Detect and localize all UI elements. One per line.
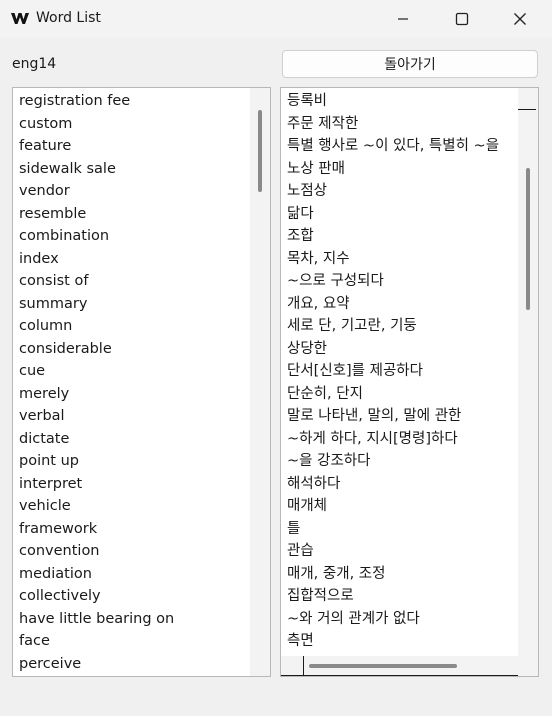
word-list-item[interactable]: merely [19,383,174,406]
word-list-item[interactable]: consist of [19,270,174,293]
scrollbar-top-divider [518,109,536,110]
meaning-list-item[interactable]: 특별 행사로 ~이 있다, 특별히 ~을 [287,135,499,158]
meaning-list-item[interactable]: 집합적으로 [287,585,499,608]
window-title: Word List [36,10,101,26]
close-button[interactable] [497,0,543,38]
meaning-list-item[interactable]: 단서[신호]를 제공하다 [287,360,499,383]
deck-name-label: eng14 [12,56,57,72]
word-list-item[interactable]: interpret [19,473,174,496]
word-list-item[interactable]: sidewalk sale [19,158,174,181]
word-list-item[interactable]: framework [19,518,174,541]
word-list-item[interactable]: column [19,315,174,338]
meaning-list-item[interactable]: 매개, 중개, 조정 [287,563,499,586]
scrollbar-bottom-line [281,675,518,676]
word-list-item[interactable]: have little bearing on [19,608,174,631]
meaning-list-item[interactable]: 세로 단, 기고란, 기둥 [287,315,499,338]
meaning-list-item[interactable]: 목차, 지수 [287,248,499,271]
word-list-item[interactable]: index [19,248,174,271]
minimize-icon [398,18,408,20]
meaning-list-item[interactable]: ~으로 구성되다 [287,270,499,293]
meaning-list-item[interactable]: 틀 [287,518,499,541]
word-list-scroll-thumb[interactable] [258,110,262,192]
word-list-item[interactable]: point up [19,450,174,473]
word-list-item[interactable]: custom [19,113,174,136]
meaning-list-item[interactable]: 노점상 [287,180,499,203]
meaning-list-item[interactable]: 관습 [287,540,499,563]
app-logo-icon [11,13,29,24]
word-list-item[interactable]: cue [19,360,174,383]
word-list-item[interactable]: vendor [19,180,174,203]
close-icon [514,13,526,25]
meaning-list-item[interactable]: ~을 강조하다 [287,450,499,473]
word-list-item[interactable]: registration fee [19,90,174,113]
word-list-item[interactable]: dictate [19,428,174,451]
meaning-list[interactable]: 등록비 주문 제작한 특별 행사로 ~이 있다, 특별히 ~을 노상 판매 노점상 닮다 조… [280,87,539,677]
word-list-item[interactable]: vehicle [19,495,174,518]
meaning-list-item[interactable]: 매개체 [287,495,499,518]
meaning-list-item[interactable]: ~하게 하다, 지시[명령]하다 [287,428,499,451]
meaning-list-item[interactable]: 노상 판매 [287,158,499,181]
meaning-list-scroll-thumb[interactable] [526,168,530,310]
word-list-item[interactable]: combination [19,225,174,248]
word-list-item[interactable]: perceive [19,653,174,676]
word-list-item[interactable]: convention [19,540,174,563]
meaning-list-horizontal-scroll-thumb[interactable] [309,664,457,668]
meaning-list-item[interactable]: 등록비 [287,90,499,113]
meaning-list-item[interactable]: 단순히, 단지 [287,383,499,406]
window-bottom-edge [0,690,552,716]
word-list-vertical-scrollbar[interactable] [250,88,270,676]
word-list-item[interactable]: feature [19,135,174,158]
word-list-item[interactable]: summary [19,293,174,316]
word-list-item[interactable]: resemble [19,203,174,226]
word-list-item[interactable]: considerable [19,338,174,361]
word-list-item[interactable]: mediation [19,563,174,586]
word-list-item[interactable]: collectively [19,585,174,608]
word-list-items: registration fee custom feature sidewalk sa… [19,90,174,675]
minimize-button[interactable] [380,0,426,38]
meaning-list-item[interactable]: 말로 나타낸, 말의, 말에 관한 [287,405,499,428]
meaning-list-items: 등록비 주문 제작한 특별 행사로 ~이 있다, 특별히 ~을 노상 판매 노점상 닮다 조… [287,90,499,653]
word-list-item[interactable]: verbal [19,405,174,428]
meaning-list-item[interactable]: 닮다 [287,203,499,226]
meaning-list-item[interactable]: 개요, 요약 [287,293,499,316]
word-list-item[interactable]: face [19,630,174,653]
maximize-icon [455,12,469,26]
scrollbar-corner [518,656,538,676]
meaning-list-vertical-scrollbar[interactable] [518,88,538,656]
title-bar: Word List [0,0,552,38]
back-button[interactable]: 돌아가기 [282,50,538,78]
meaning-list-item[interactable]: 상당한 [287,338,499,361]
meaning-list-item[interactable]: ~와 거의 관계가 없다 [287,608,499,631]
meaning-list-item[interactable]: 주문 제작한 [287,113,499,136]
scrollbar-left-divider [303,656,304,676]
meaning-list-item[interactable]: 측면 [287,630,499,653]
maximize-button[interactable] [439,0,485,38]
meaning-list-item[interactable]: 해석하다 [287,473,499,496]
word-list[interactable]: registration fee custom feature sidewalk sa… [12,87,271,677]
meaning-list-horizontal-scrollbar[interactable] [281,656,518,676]
meaning-list-item[interactable]: 조합 [287,225,499,248]
